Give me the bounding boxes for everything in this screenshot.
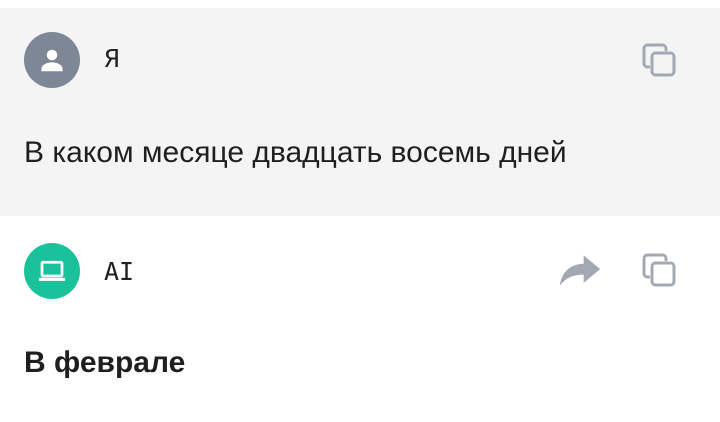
ai-message: AI В феврале <box>0 216 720 422</box>
user-avatar <box>24 32 80 88</box>
copy-button[interactable] <box>637 38 681 82</box>
message-text: В феврале <box>24 346 186 379</box>
copy-button[interactable] <box>637 248 681 292</box>
top-strip <box>0 0 720 8</box>
share-button[interactable] <box>558 248 602 292</box>
sender-name: Я <box>104 44 120 73</box>
ai-avatar <box>24 243 80 299</box>
message-text: В каком месяце двадцать восемь дней <box>24 136 567 169</box>
user-message: Я В каком месяце двадцать восемь дней <box>0 8 720 216</box>
share-icon <box>559 255 601 286</box>
laptop-icon <box>38 260 66 281</box>
sender-name: AI <box>104 257 135 286</box>
copy-icon <box>642 43 676 77</box>
copy-icon <box>642 253 676 287</box>
person-icon <box>41 49 63 72</box>
